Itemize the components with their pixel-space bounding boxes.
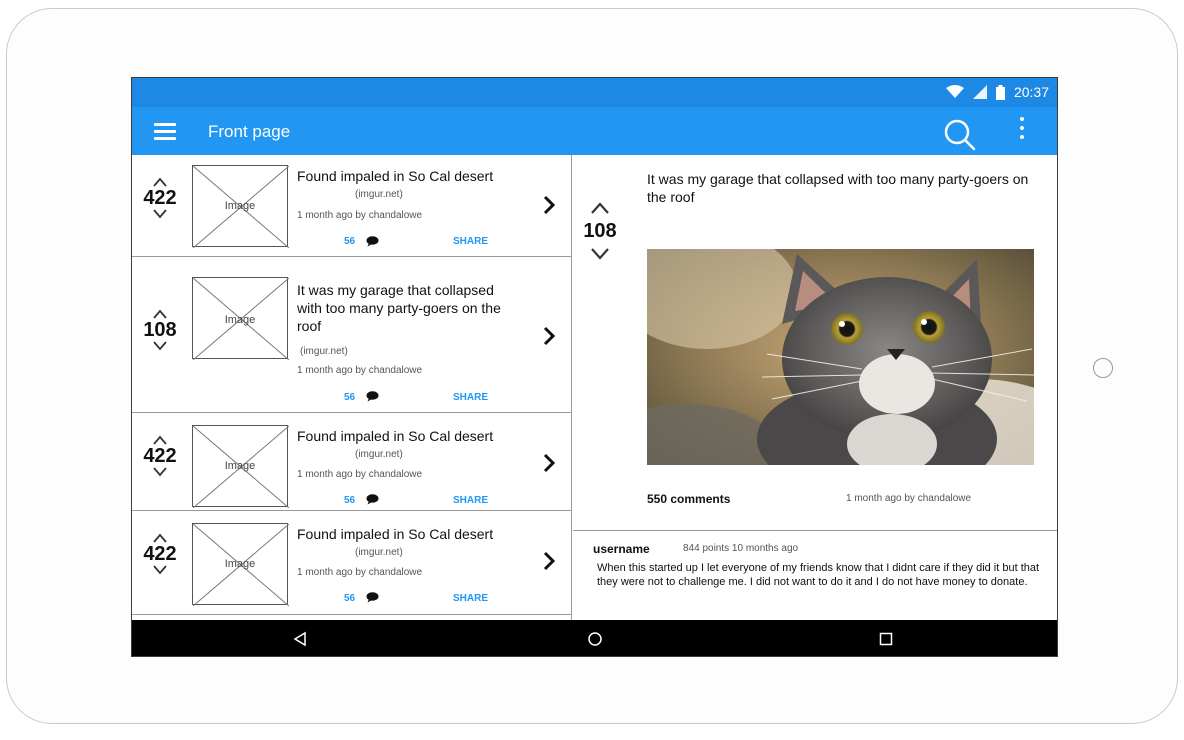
chevron-up-icon[interactable] xyxy=(153,177,167,187)
comment-count[interactable]: 56 xyxy=(344,392,355,403)
device-screen: 20:37 Front page 422 Image Found impaled… xyxy=(131,77,1058,657)
recents-square-icon[interactable] xyxy=(878,631,894,647)
detail-meta: 1 month ago by chandalowe xyxy=(846,493,972,504)
chevron-up-icon[interactable] xyxy=(153,533,167,543)
post-domain[interactable]: (imgur.net) xyxy=(355,189,403,200)
post-title[interactable]: Found impaled in So Cal desert xyxy=(297,167,517,185)
post-score: 108 xyxy=(143,319,177,341)
app-bar: Front page xyxy=(132,107,1057,155)
post-meta: 1 month ago by chandalowe xyxy=(297,210,423,221)
chevron-down-icon[interactable] xyxy=(153,209,167,219)
speech-bubble-icon[interactable] xyxy=(366,236,379,247)
post-meta: 1 month ago by chandalowe xyxy=(297,567,423,578)
cat-photo[interactable] xyxy=(647,249,1034,465)
post-score: 422 xyxy=(143,543,177,565)
thumbnail-label: Image xyxy=(224,200,256,212)
list-item[interactable]: 108 Image It was my garage that collapse… xyxy=(132,257,571,413)
detail-comments-link[interactable]: 550 comments xyxy=(647,492,730,506)
post-score: 422 xyxy=(143,445,177,467)
post-domain[interactable]: (imgur.net) xyxy=(300,346,348,357)
share-button[interactable]: SHARE xyxy=(453,236,488,247)
battery-icon xyxy=(995,84,1005,100)
speech-bubble-icon[interactable] xyxy=(366,494,379,505)
chevron-right-icon[interactable] xyxy=(542,551,556,571)
home-circle-icon[interactable] xyxy=(587,631,603,647)
thumbnail-label: Image xyxy=(224,558,256,570)
list-item[interactable]: 422 Image Found impaled in So Cal desert… xyxy=(132,413,571,511)
chevron-right-icon[interactable] xyxy=(542,195,556,215)
post-score: 422 xyxy=(143,187,177,209)
status-bar: 20:37 xyxy=(132,78,1057,107)
detail-vote: 108 xyxy=(575,201,625,261)
list-item[interactable]: 422 Image Found impaled in So Cal desert… xyxy=(132,511,571,615)
post-list: 422 Image Found impaled in So Cal desert… xyxy=(132,155,572,620)
divider xyxy=(573,530,1057,531)
comment-body: When this started up I let everyone of m… xyxy=(597,562,1040,588)
chevron-right-icon[interactable] xyxy=(542,326,556,346)
thumbnail-label: Image xyxy=(224,314,256,326)
post-title[interactable]: Found impaled in So Cal desert xyxy=(297,525,517,543)
page-title: Front page xyxy=(208,122,291,141)
post-title[interactable]: It was my garage that collapsed with too… xyxy=(297,281,517,335)
post-detail: 108 It was my garage that collapsed with… xyxy=(573,155,1057,620)
post-meta: 1 month ago by chandalowe xyxy=(297,365,423,376)
tablet-home-button[interactable] xyxy=(1093,358,1113,378)
chevron-up-icon[interactable] xyxy=(153,309,167,319)
share-button[interactable]: SHARE xyxy=(453,392,488,403)
post-domain[interactable]: (imgur.net) xyxy=(355,547,403,558)
search-icon[interactable] xyxy=(942,117,976,151)
chevron-up-icon[interactable] xyxy=(153,435,167,445)
post-domain[interactable]: (imgur.net) xyxy=(355,449,403,460)
more-vert-icon[interactable] xyxy=(1018,117,1026,145)
back-triangle-icon[interactable] xyxy=(293,631,307,647)
comment-count[interactable]: 56 xyxy=(344,236,355,247)
comment-count[interactable]: 56 xyxy=(344,593,355,604)
speech-bubble-icon[interactable] xyxy=(366,592,379,603)
post-thumbnail[interactable]: Image xyxy=(192,523,289,606)
menu-icon[interactable] xyxy=(154,123,176,140)
comment-count[interactable]: 56 xyxy=(344,495,355,506)
post-meta: 1 month ago by chandalowe xyxy=(297,469,423,480)
post-title[interactable]: Found impaled in So Cal desert xyxy=(297,427,517,445)
chevron-right-icon[interactable] xyxy=(542,453,556,473)
chevron-down-icon[interactable] xyxy=(153,565,167,575)
detail-score: 108 xyxy=(583,220,617,242)
nav-bar xyxy=(132,620,1057,656)
share-button[interactable]: SHARE xyxy=(453,593,488,604)
comment-username[interactable]: username xyxy=(593,542,650,556)
list-item[interactable]: 422 Image Found impaled in So Cal desert… xyxy=(132,155,571,257)
post-thumbnail[interactable]: Image xyxy=(192,425,289,508)
status-time: 20:37 xyxy=(1013,84,1049,100)
detail-title: It was my garage that collapsed with too… xyxy=(647,171,1029,205)
chevron-down-icon[interactable] xyxy=(153,467,167,477)
post-thumbnail[interactable]: Image xyxy=(192,165,289,248)
chevron-down-icon[interactable] xyxy=(153,341,167,351)
share-button[interactable]: SHARE xyxy=(453,495,488,506)
chevron-up-icon[interactable] xyxy=(590,201,610,215)
signal-icon xyxy=(972,85,987,99)
wifi-icon xyxy=(945,85,964,98)
thumbnail-label: Image xyxy=(224,460,256,472)
speech-bubble-icon[interactable] xyxy=(366,391,379,402)
comment-points: 844 points 10 months ago xyxy=(683,543,799,554)
post-thumbnail[interactable]: Image xyxy=(192,277,289,360)
chevron-down-icon[interactable] xyxy=(590,247,610,261)
